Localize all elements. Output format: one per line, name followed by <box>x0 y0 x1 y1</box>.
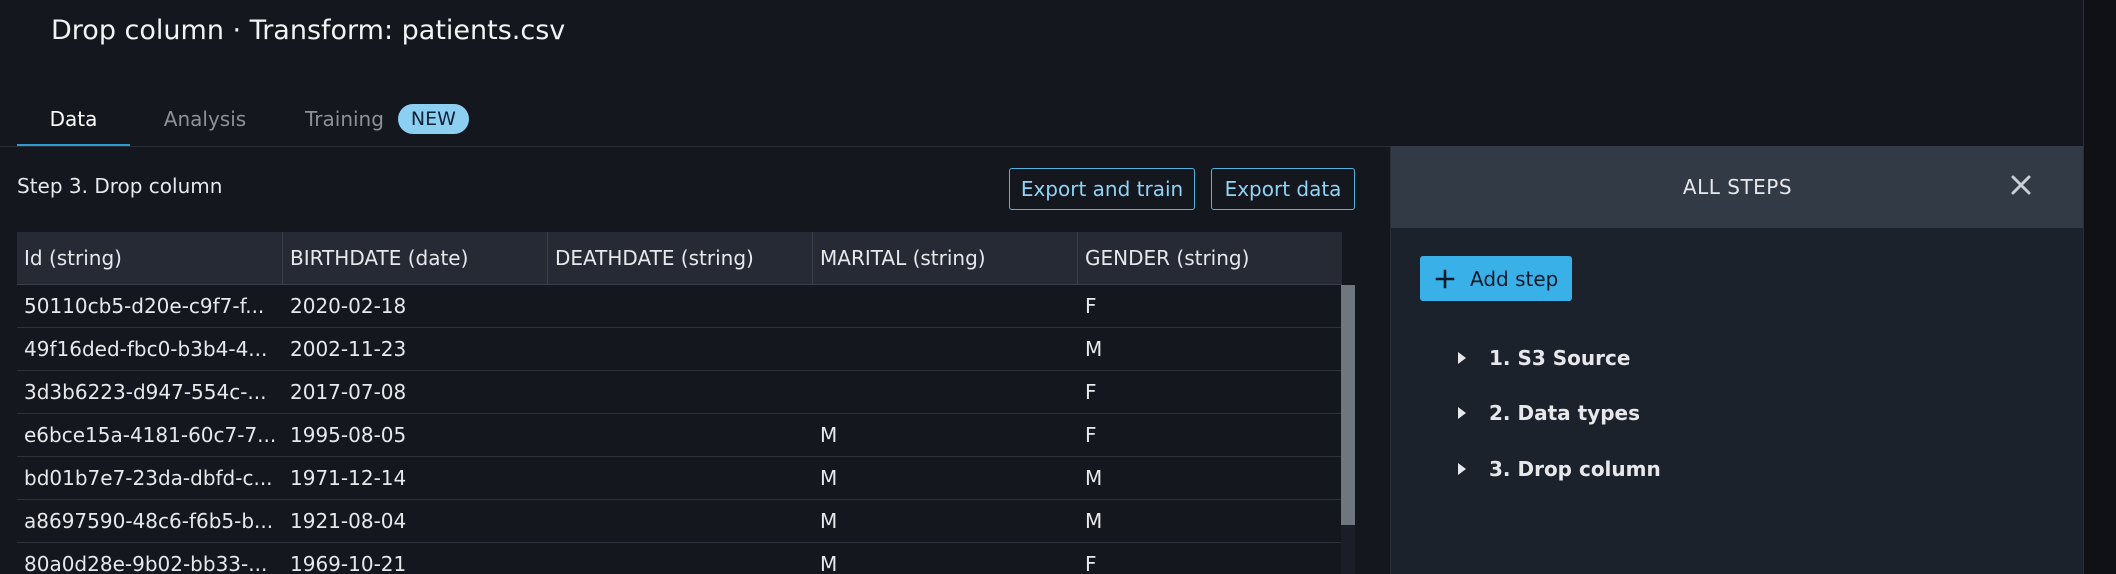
cell-birthdate: 2017-07-08 <box>290 380 407 404</box>
tab-analysis-label: Analysis <box>163 107 247 131</box>
cell-gender: F <box>1085 423 1097 447</box>
cell-deathdate <box>548 543 813 574</box>
cell-gender: F <box>1085 380 1097 404</box>
cell-birthdate: 2020-02-18 <box>290 294 407 318</box>
table-row: 3d3b6223-d947-554c-... 2017-07-08 F <box>17 371 1342 414</box>
cell-marital: M <box>820 423 838 447</box>
cell-deathdate <box>548 285 813 327</box>
table-row: bd01b7e7-23da-dbfd-c... 1971-12-14 M M <box>17 457 1342 500</box>
new-badge: NEW <box>397 104 469 134</box>
cell-deathdate <box>548 328 813 370</box>
cell-gender: F <box>1085 552 1097 574</box>
cell-id: 80a0d28e-9b02-bb33-... <box>24 552 268 574</box>
table-row: a8697590-48c6-f6b5-b... 1921-08-04 M M <box>17 500 1342 543</box>
tab-training[interactable]: Training NEW <box>305 92 469 146</box>
cell-marital <box>813 328 1078 370</box>
all-steps-panel: ALL STEPS Add step 1. S3 Source 2. Data … <box>1390 146 2084 574</box>
tab-data[interactable]: Data <box>17 92 130 146</box>
table-row: 50110cb5-d20e-c9f7-f... 2020-02-18 F <box>17 285 1342 328</box>
cell-deathdate <box>548 457 813 499</box>
cell-birthdate: 2002-11-23 <box>290 337 407 361</box>
cell-deathdate <box>548 414 813 456</box>
step-item-label: 2. Data types <box>1489 401 1640 425</box>
cell-id: a8697590-48c6-f6b5-b... <box>24 509 274 533</box>
cell-id: 49f16ded-fbc0-b3b4-4... <box>24 337 268 361</box>
cell-gender: M <box>1085 337 1103 361</box>
cell-deathdate <box>548 500 813 542</box>
caret-right-icon <box>1458 407 1466 419</box>
cell-id: bd01b7e7-23da-dbfd-c... <box>24 466 273 490</box>
cell-birthdate: 1995-08-05 <box>290 423 407 447</box>
caret-right-icon <box>1458 463 1466 475</box>
table-row: e6bce15a-4181-60c7-7... 1995-08-05 M F <box>17 414 1342 457</box>
caret-right-icon <box>1458 352 1466 364</box>
column-header-marital[interactable]: MARITAL (string) <box>813 232 1078 284</box>
table-row: 49f16ded-fbc0-b3b4-4... 2002-11-23 M <box>17 328 1342 371</box>
cell-marital <box>813 285 1078 327</box>
current-step-label: Step 3. Drop column <box>17 174 223 198</box>
page-title: Drop column · Transform: patients.csv <box>51 15 566 46</box>
cell-marital: M <box>820 552 838 574</box>
add-step-label: Add step <box>1470 266 1559 291</box>
cell-gender: F <box>1085 294 1097 318</box>
cell-id: e6bce15a-4181-60c7-7... <box>24 423 277 447</box>
close-icon[interactable] <box>2006 170 2036 200</box>
window-right-edge <box>2083 0 2116 574</box>
cell-deathdate <box>548 371 813 413</box>
step-item-s3-source[interactable]: 1. S3 Source <box>1456 343 1630 373</box>
step-item-label: 1. S3 Source <box>1489 346 1631 370</box>
table-scrollbar-thumb[interactable] <box>1341 285 1355 525</box>
step-item-label: 3. Drop column <box>1489 457 1661 481</box>
export-and-train-button[interactable]: Export and train <box>1009 168 1195 210</box>
step-item-drop-column[interactable]: 3. Drop column <box>1456 454 1661 484</box>
column-header-gender[interactable]: GENDER (string) <box>1078 232 1342 284</box>
cell-birthdate: 1969-10-21 <box>290 552 407 574</box>
cell-marital <box>813 371 1078 413</box>
tab-bar: Data Analysis Training NEW <box>17 92 469 146</box>
tabs-divider <box>0 146 1390 147</box>
data-table: Id (string) BIRTHDATE (date) DEATHDATE (… <box>17 232 1342 574</box>
plus-icon <box>1435 269 1455 288</box>
cell-gender: M <box>1085 466 1103 490</box>
cell-gender: M <box>1085 509 1103 533</box>
cell-marital: M <box>820 509 838 533</box>
export-data-button[interactable]: Export data <box>1211 168 1355 210</box>
add-step-button[interactable]: Add step <box>1420 256 1572 301</box>
cell-birthdate: 1921-08-04 <box>290 509 407 533</box>
step-item-data-types[interactable]: 2. Data types <box>1456 398 1640 428</box>
table-header: Id (string) BIRTHDATE (date) DEATHDATE (… <box>17 232 1342 285</box>
tab-data-label: Data <box>49 107 98 131</box>
app-root: Drop column · Transform: patients.csv Da… <box>0 0 2116 574</box>
table-row: 80a0d28e-9b02-bb33-... 1969-10-21 M F <box>17 543 1342 574</box>
column-header-deathdate[interactable]: DEATHDATE (string) <box>548 232 813 284</box>
cell-marital: M <box>820 466 838 490</box>
tab-analysis[interactable]: Analysis <box>130 92 280 146</box>
steps-panel-title: ALL STEPS <box>1682 175 1793 199</box>
column-header-id[interactable]: Id (string) <box>17 232 283 284</box>
cell-birthdate: 1971-12-14 <box>290 466 407 490</box>
column-header-birthdate[interactable]: BIRTHDATE (date) <box>283 232 548 284</box>
cell-id: 50110cb5-d20e-c9f7-f... <box>24 294 265 318</box>
cell-id: 3d3b6223-d947-554c-... <box>24 380 267 404</box>
tab-training-label: Training <box>305 107 384 131</box>
steps-panel-header: ALL STEPS <box>1391 146 2084 228</box>
